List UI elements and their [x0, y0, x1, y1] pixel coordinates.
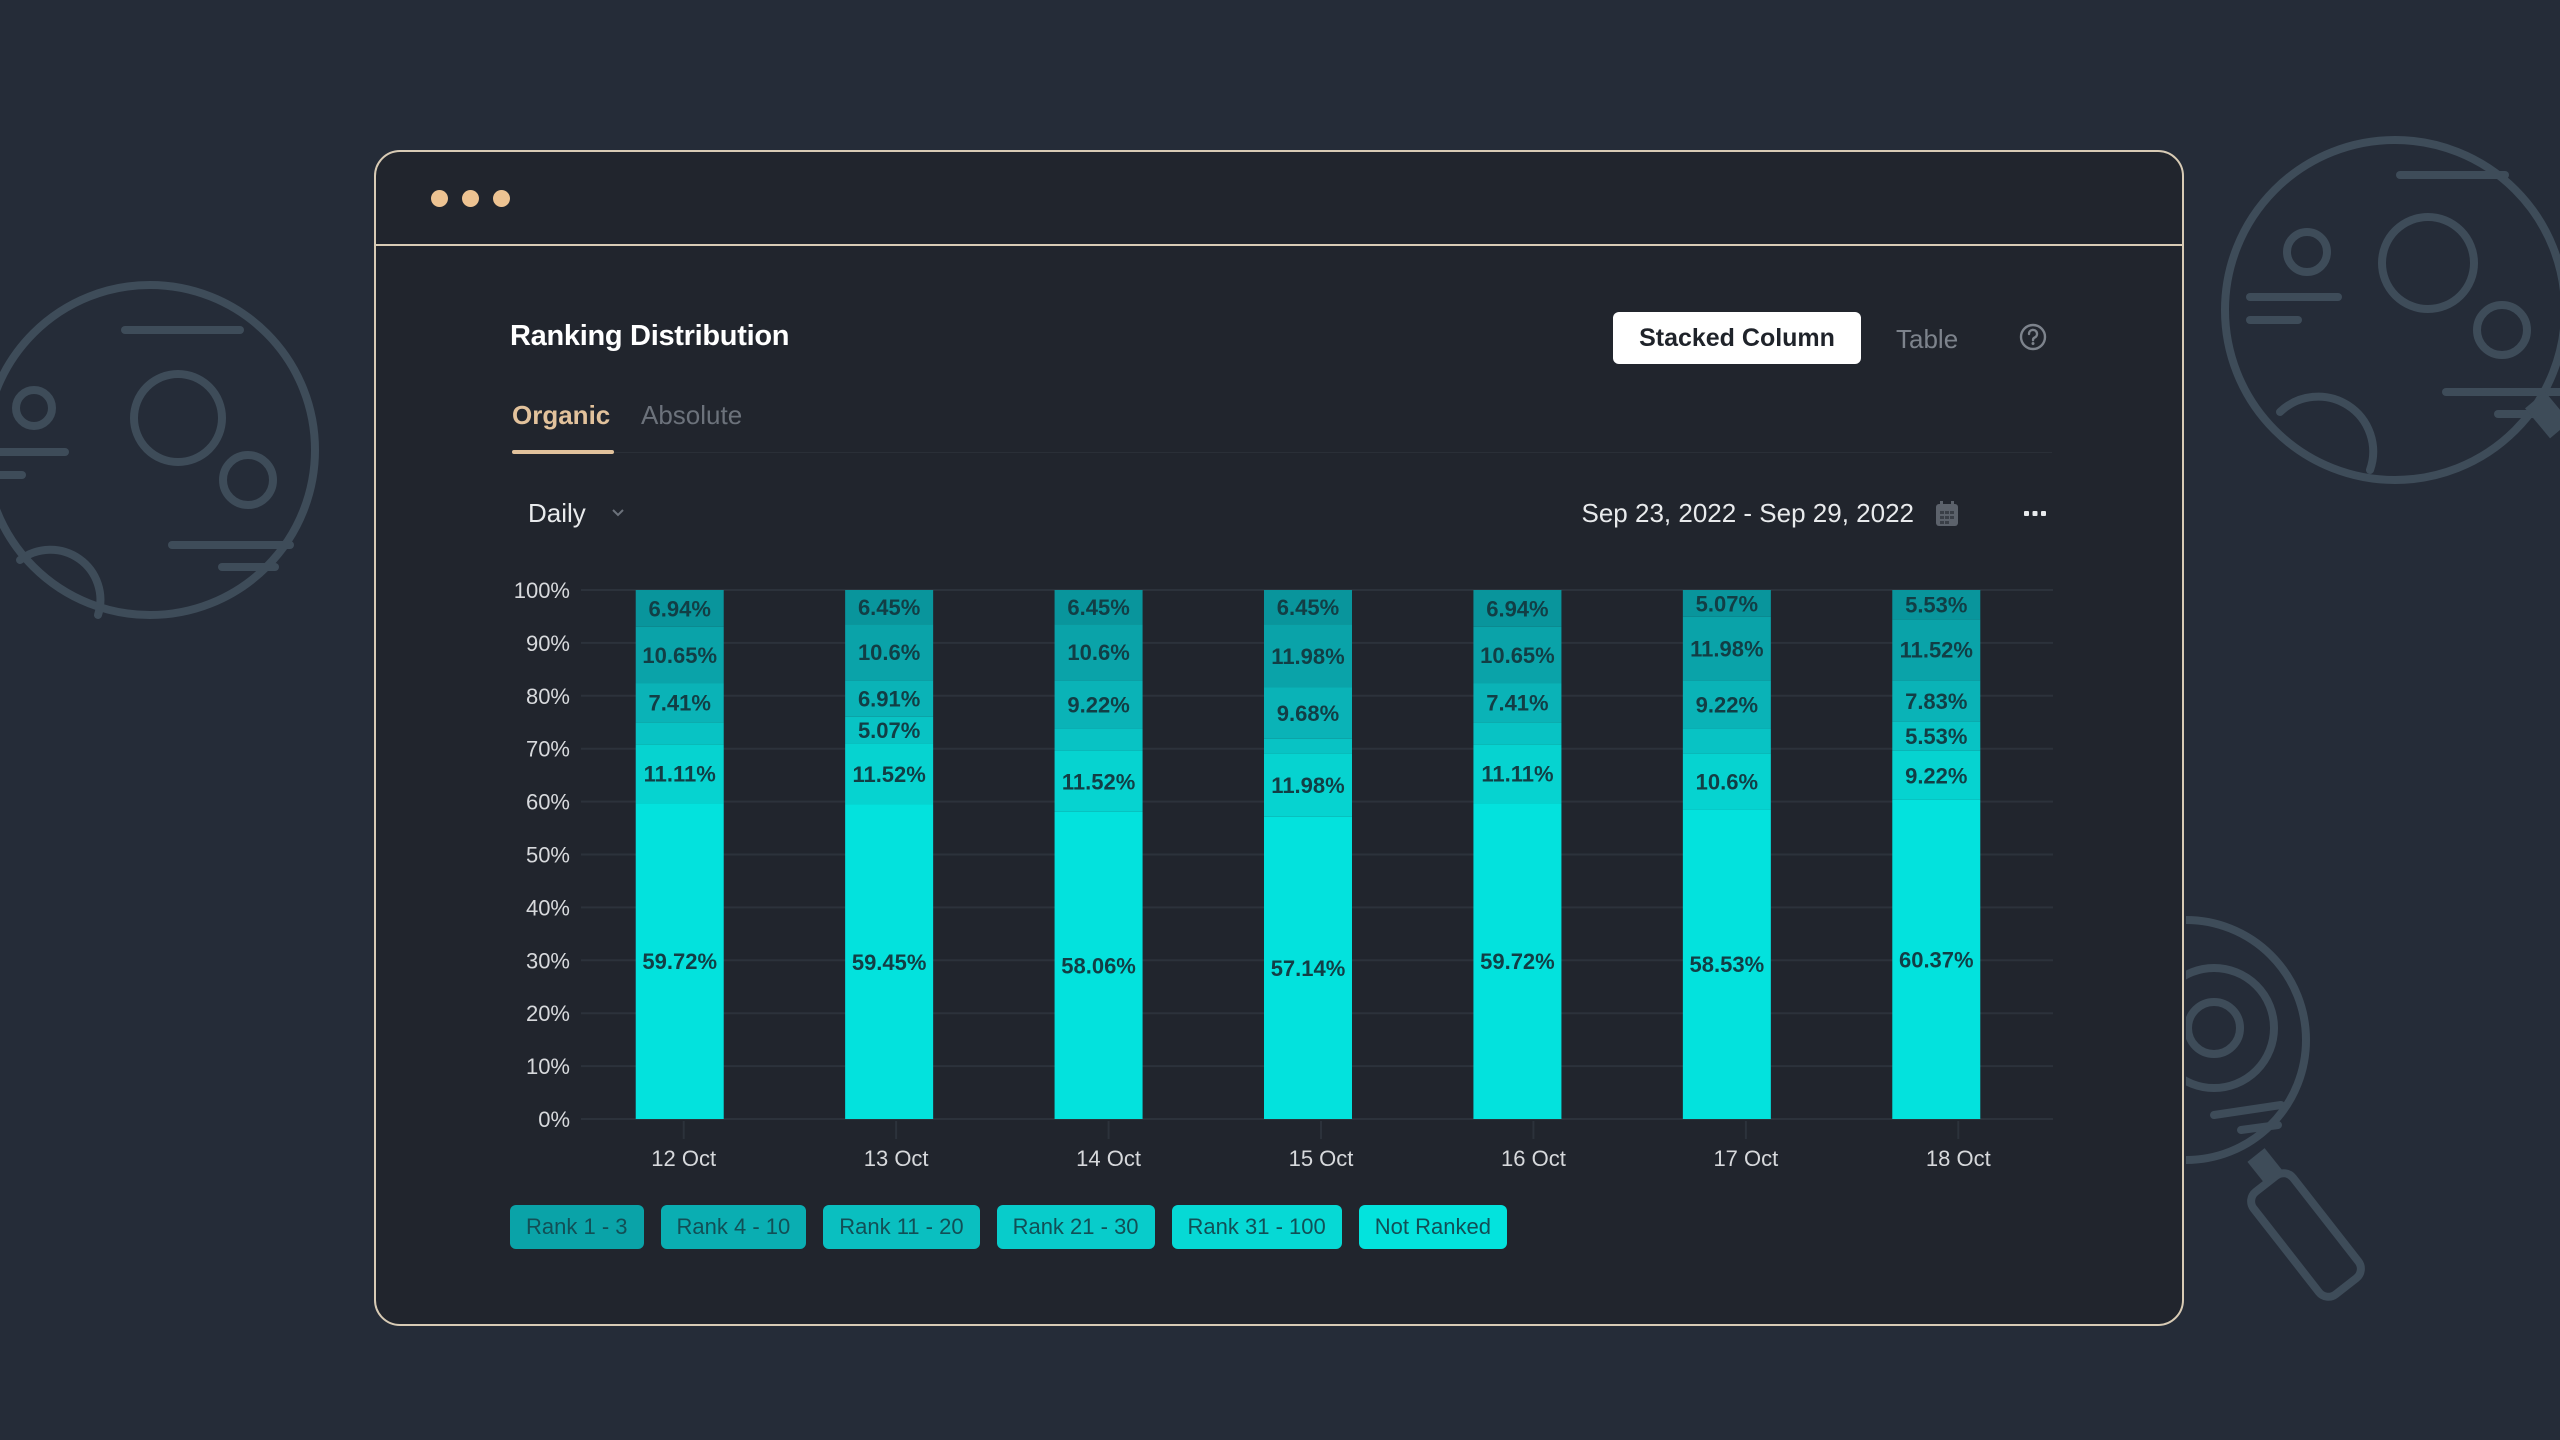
x-tick-label: 13 Oct [864, 1146, 929, 1171]
chart-legend: Rank 1 - 3 Rank 4 - 10 Rank 11 - 20 Rank 21… [510, 1205, 1507, 1249]
y-tick-label: 80% [526, 684, 570, 709]
data-label: 58.53% [1690, 952, 1765, 977]
data-label: 6.45% [1277, 595, 1339, 620]
data-label: 10.6% [858, 640, 920, 665]
x-tick-label: 16 Oct [1501, 1146, 1566, 1171]
data-label: 58.06% [1061, 953, 1136, 978]
data-label: 59.72% [642, 949, 717, 974]
data-label: 60.37% [1899, 947, 1974, 972]
data-label: 59.45% [852, 950, 927, 975]
data-label: 5.53% [1905, 724, 1967, 749]
x-tick-label: 12 Oct [651, 1146, 716, 1171]
data-label: 11.52% [1900, 638, 1973, 663]
bar-segment [1473, 722, 1562, 745]
data-label: 6.45% [858, 595, 920, 620]
x-tick-label: 17 Oct [1713, 1146, 1778, 1171]
y-tick-label: 40% [526, 895, 570, 920]
data-label: 10.65% [642, 643, 717, 668]
legend-item[interactable]: Rank 31 - 100 [1171, 1205, 1342, 1249]
legend-item[interactable]: Not Ranked [1358, 1205, 1507, 1249]
data-label: 5.53% [1905, 593, 1967, 618]
data-label: 6.94% [649, 596, 711, 621]
data-label: 11.98% [1271, 644, 1344, 669]
data-label: 7.41% [649, 691, 711, 716]
y-tick-label: 20% [526, 1001, 570, 1026]
x-tick-label: 18 Oct [1926, 1146, 1991, 1171]
data-label: 10.6% [1067, 640, 1129, 665]
bar-segment [635, 722, 724, 745]
x-tick-label: 15 Oct [1289, 1146, 1354, 1171]
data-label: 5.07% [858, 718, 920, 743]
data-label: 7.41% [1486, 691, 1548, 716]
y-tick-label: 60% [526, 790, 570, 815]
data-label: 9.22% [1696, 693, 1758, 718]
x-tick-label: 14 Oct [1076, 1146, 1141, 1171]
y-tick-label: 70% [526, 737, 570, 762]
ranking-distribution-card: Ranking Distribution Stacked Column Tabl… [374, 150, 2184, 1326]
data-label: 11.98% [1271, 773, 1344, 798]
data-label: 9.22% [1067, 693, 1129, 718]
data-label: 9.68% [1277, 701, 1339, 726]
legend-item[interactable]: Rank 21 - 30 [996, 1205, 1155, 1249]
y-tick-label: 50% [526, 843, 570, 868]
y-tick-label: 10% [526, 1054, 570, 1079]
data-label: 6.91% [858, 686, 920, 711]
data-label: 11.52% [1062, 769, 1135, 794]
data-label: 11.11% [1481, 762, 1553, 787]
data-label: 6.94% [1486, 596, 1548, 621]
data-label: 57.14% [1271, 956, 1346, 981]
stacked-column-chart: 0% 10% 20% 30% 40% 50% 60% 70% 80% 90% 100% 59.72% 1… [514, 578, 2053, 1171]
bar-segment [1054, 728, 1143, 751]
data-label: 11.11% [644, 762, 716, 787]
legend-item[interactable]: Rank 1 - 3 [510, 1205, 644, 1249]
y-tick-label: 30% [526, 948, 570, 973]
data-label: 11.52% [852, 762, 925, 787]
magnifier-illustration [2186, 916, 2365, 1301]
legend-item[interactable]: Rank 4 - 10 [660, 1205, 807, 1249]
y-tick-label: 90% [526, 631, 570, 656]
data-label: 11.98% [1690, 637, 1763, 662]
planet-illustration-right [2221, 136, 2560, 484]
data-label: 10.65% [1480, 643, 1555, 668]
data-label: 6.45% [1067, 595, 1129, 620]
planet-illustration-left [0, 281, 319, 619]
y-tick-label: 0% [538, 1107, 570, 1132]
data-label: 5.07% [1696, 591, 1758, 616]
legend-item[interactable]: Rank 11 - 20 [823, 1205, 980, 1249]
data-label: 10.6% [1696, 769, 1758, 794]
data-label: 59.72% [1480, 949, 1555, 974]
data-label: 9.22% [1905, 763, 1967, 788]
bar-segment [1264, 738, 1352, 754]
y-tick-label: 100% [514, 578, 570, 603]
data-label: 7.83% [1905, 689, 1967, 714]
bar-segment [1682, 728, 1771, 754]
